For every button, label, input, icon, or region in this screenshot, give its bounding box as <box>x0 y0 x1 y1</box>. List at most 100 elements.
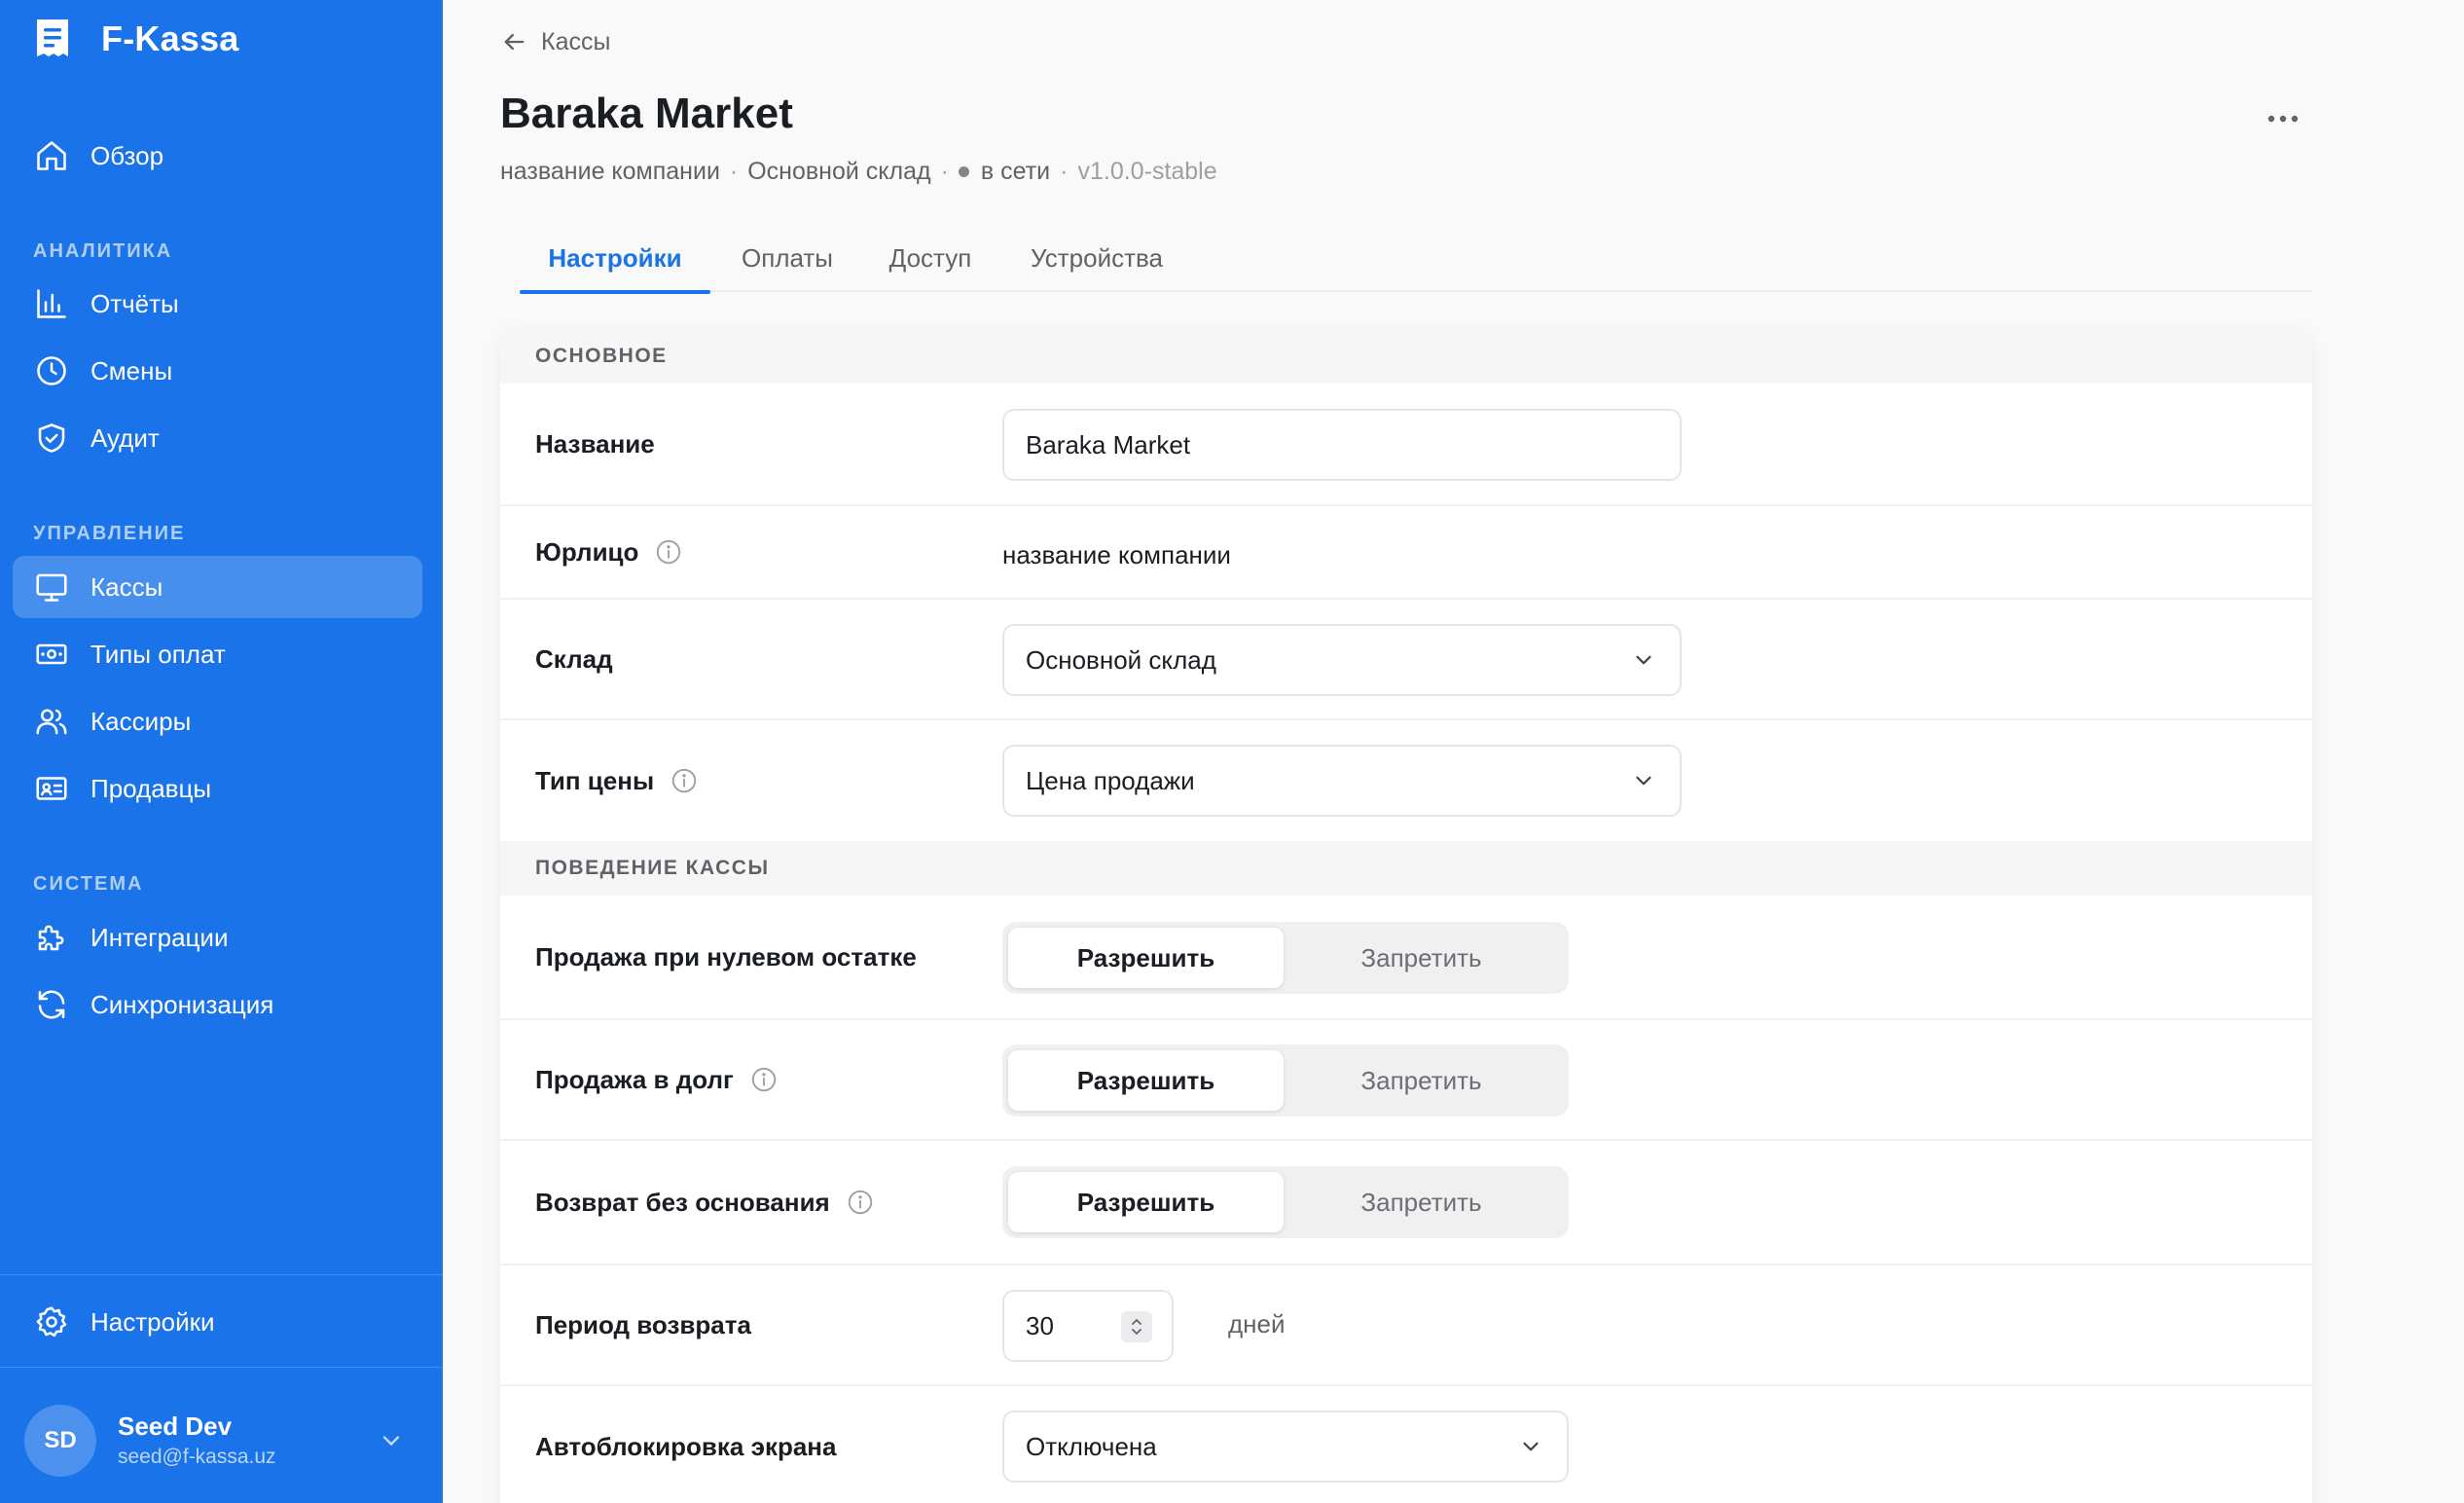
warehouse-select[interactable]: Основной склад <box>1002 624 1682 696</box>
tabs: Настройки Оплаты Доступ Устройства <box>520 224 2312 294</box>
allow-option[interactable]: Разрешить <box>1008 1172 1284 1232</box>
sidebar-item-label: Продавцы <box>91 773 212 803</box>
return-no-reason-segmented: Разрешить Запретить <box>1002 1166 1569 1238</box>
field-label: Тип цены <box>535 765 655 795</box>
sidebar-divider <box>0 1367 443 1368</box>
id-card-icon <box>36 777 67 800</box>
sidebar-item-reports[interactable]: Отчёты <box>13 273 422 335</box>
field-label: Период возврата <box>535 1309 751 1339</box>
gear-icon <box>36 1306 67 1338</box>
form-row-name: Название Baraka Market <box>500 384 2312 506</box>
sidebar-item-overview[interactable]: Обзор <box>13 125 422 187</box>
section-label-analytics: АНАЛИТИКА <box>33 240 173 262</box>
sidebar-item-payment-types[interactable]: Типы оплат <box>13 623 422 685</box>
field-label: Склад <box>535 643 613 674</box>
chevron-down-icon <box>1636 655 1651 665</box>
field-label: Автоблокировка экрана <box>535 1431 837 1461</box>
status-dot <box>958 165 969 177</box>
field-label: Возврат без основания <box>535 1187 830 1217</box>
back-link[interactable]: Кассы <box>500 25 610 58</box>
sidebar-item-label: Настройки <box>91 1306 215 1337</box>
allow-option[interactable]: Разрешить <box>1008 1050 1284 1111</box>
sidebar-item-cashiers[interactable]: Кассиры <box>13 690 422 752</box>
price-type-select[interactable]: Цена продажи <box>1002 745 1682 817</box>
tab-payments[interactable]: Оплаты <box>726 224 849 292</box>
avatar: SD <box>24 1405 96 1477</box>
brand[interactable]: F-Kassa <box>33 14 238 64</box>
select-value: Отключена <box>1026 1431 1157 1461</box>
name-input[interactable]: Baraka Market <box>1002 409 1682 481</box>
user-email: seed@f-kassa.uz <box>118 1446 276 1468</box>
form-row-return-no-reason: Возврат без основания Разрешить Запретит… <box>500 1141 2312 1265</box>
home-icon <box>37 141 66 170</box>
info-icon[interactable] <box>749 1065 779 1094</box>
chevron-down-icon <box>1523 1442 1539 1451</box>
number-stepper[interactable] <box>1121 1311 1152 1342</box>
tab-access[interactable]: Доступ <box>870 224 991 292</box>
select-value: Основной склад <box>1026 644 1216 675</box>
form-row-warehouse: Склад Основной склад <box>500 600 2312 720</box>
banknote-icon <box>36 643 67 665</box>
section-header-main: ОСНОВНОЕ <box>500 329 2312 384</box>
sidebar-item-label: Обзор <box>91 140 164 170</box>
debt-sale-segmented: Разрешить Запретить <box>1002 1045 1569 1117</box>
more-horizontal-icon <box>2267 115 2299 123</box>
chevron-down-icon <box>1636 776 1651 786</box>
separator: · <box>729 157 739 185</box>
clock-icon <box>37 356 66 385</box>
app-name: F-Kassa <box>101 18 239 58</box>
status-text: в сети <box>980 157 1051 185</box>
sidebar-item-integrations[interactable]: Интеграции <box>13 906 422 969</box>
form-row-debt-sale: Продажа в долг Разрешить Запретить <box>500 1020 2312 1141</box>
sidebar-item-shifts[interactable]: Смены <box>13 340 422 402</box>
form-row-price-type: Тип цены Цена продажи <box>500 720 2312 841</box>
info-icon[interactable] <box>670 766 699 795</box>
chevron-down-icon <box>382 1436 400 1447</box>
page-title: Baraka Market <box>500 90 793 137</box>
sidebar-item-label: Интеграции <box>91 922 229 952</box>
form-row-autolock: Автоблокировка экрана Отключена <box>500 1386 2312 1503</box>
subtitle-warehouse: Основной склад <box>747 157 931 185</box>
sidebar-item-label: Синхронизация <box>91 989 274 1019</box>
form-row-return-period: Период возврата 30 дней <box>500 1265 2312 1386</box>
field-label: Продажа в долг <box>535 1064 734 1094</box>
deny-option[interactable]: Запретить <box>1284 1050 1559 1111</box>
user-menu[interactable]: SD Seed Dev seed@f-kassa.uz <box>24 1404 418 1478</box>
more-actions-button[interactable] <box>2258 97 2308 140</box>
users-icon <box>36 709 67 735</box>
form-row-zero-stock: Продажа при нулевом остатке Разрешить За… <box>500 896 2312 1020</box>
sidebar-item-label: Отчёты <box>91 288 179 318</box>
settings-card: ОСНОВНОЕ Название Baraka Market Юрлицо н… <box>500 329 2312 1503</box>
tab-settings[interactable]: Настройки <box>520 224 710 294</box>
field-label: Юрлицо <box>535 536 639 567</box>
info-icon[interactable] <box>846 1188 875 1217</box>
sidebar-item-label: Кассиры <box>91 706 192 736</box>
deny-option[interactable]: Запретить <box>1284 928 1559 988</box>
select-value: Цена продажи <box>1026 765 1195 795</box>
allow-option[interactable]: Разрешить <box>1008 928 1284 988</box>
page-subtitle: название компании · Основной склад · в с… <box>500 154 1217 189</box>
shield-check-icon <box>38 423 65 453</box>
autolock-select[interactable]: Отключена <box>1002 1411 1569 1483</box>
info-icon[interactable] <box>654 537 683 567</box>
field-label: Название <box>535 428 655 458</box>
form-row-legal-entity: Юрлицо название компании <box>500 506 2312 600</box>
chevron-up-down-icon <box>1132 1319 1141 1335</box>
tab-devices[interactable]: Устройства <box>1014 224 1179 292</box>
section-header-behavior: ПОВЕДЕНИЕ КАССЫ <box>500 841 2312 896</box>
sidebar-item-registers[interactable]: Кассы <box>13 556 422 618</box>
back-link-label: Кассы <box>541 27 611 55</box>
refresh-icon <box>38 990 65 1019</box>
legal-entity-value: название компании <box>1002 539 1231 569</box>
sidebar-item-label: Кассы <box>91 571 163 602</box>
sidebar-item-audit[interactable]: Аудит <box>13 407 422 469</box>
deny-option[interactable]: Запретить <box>1284 1172 1559 1232</box>
return-period-input[interactable]: 30 <box>1002 1290 1174 1362</box>
number-value: 30 <box>1026 1310 1054 1340</box>
sidebar-item-sync[interactable]: Синхронизация <box>13 973 422 1036</box>
sidebar-item-sellers[interactable]: Продавцы <box>13 757 422 820</box>
monitor-icon <box>36 573 67 602</box>
sidebar-item-settings[interactable]: Настройки <box>13 1291 422 1353</box>
sidebar-item-label: Смены <box>91 355 173 385</box>
version-label: v1.0.0-stable <box>1077 157 1217 185</box>
